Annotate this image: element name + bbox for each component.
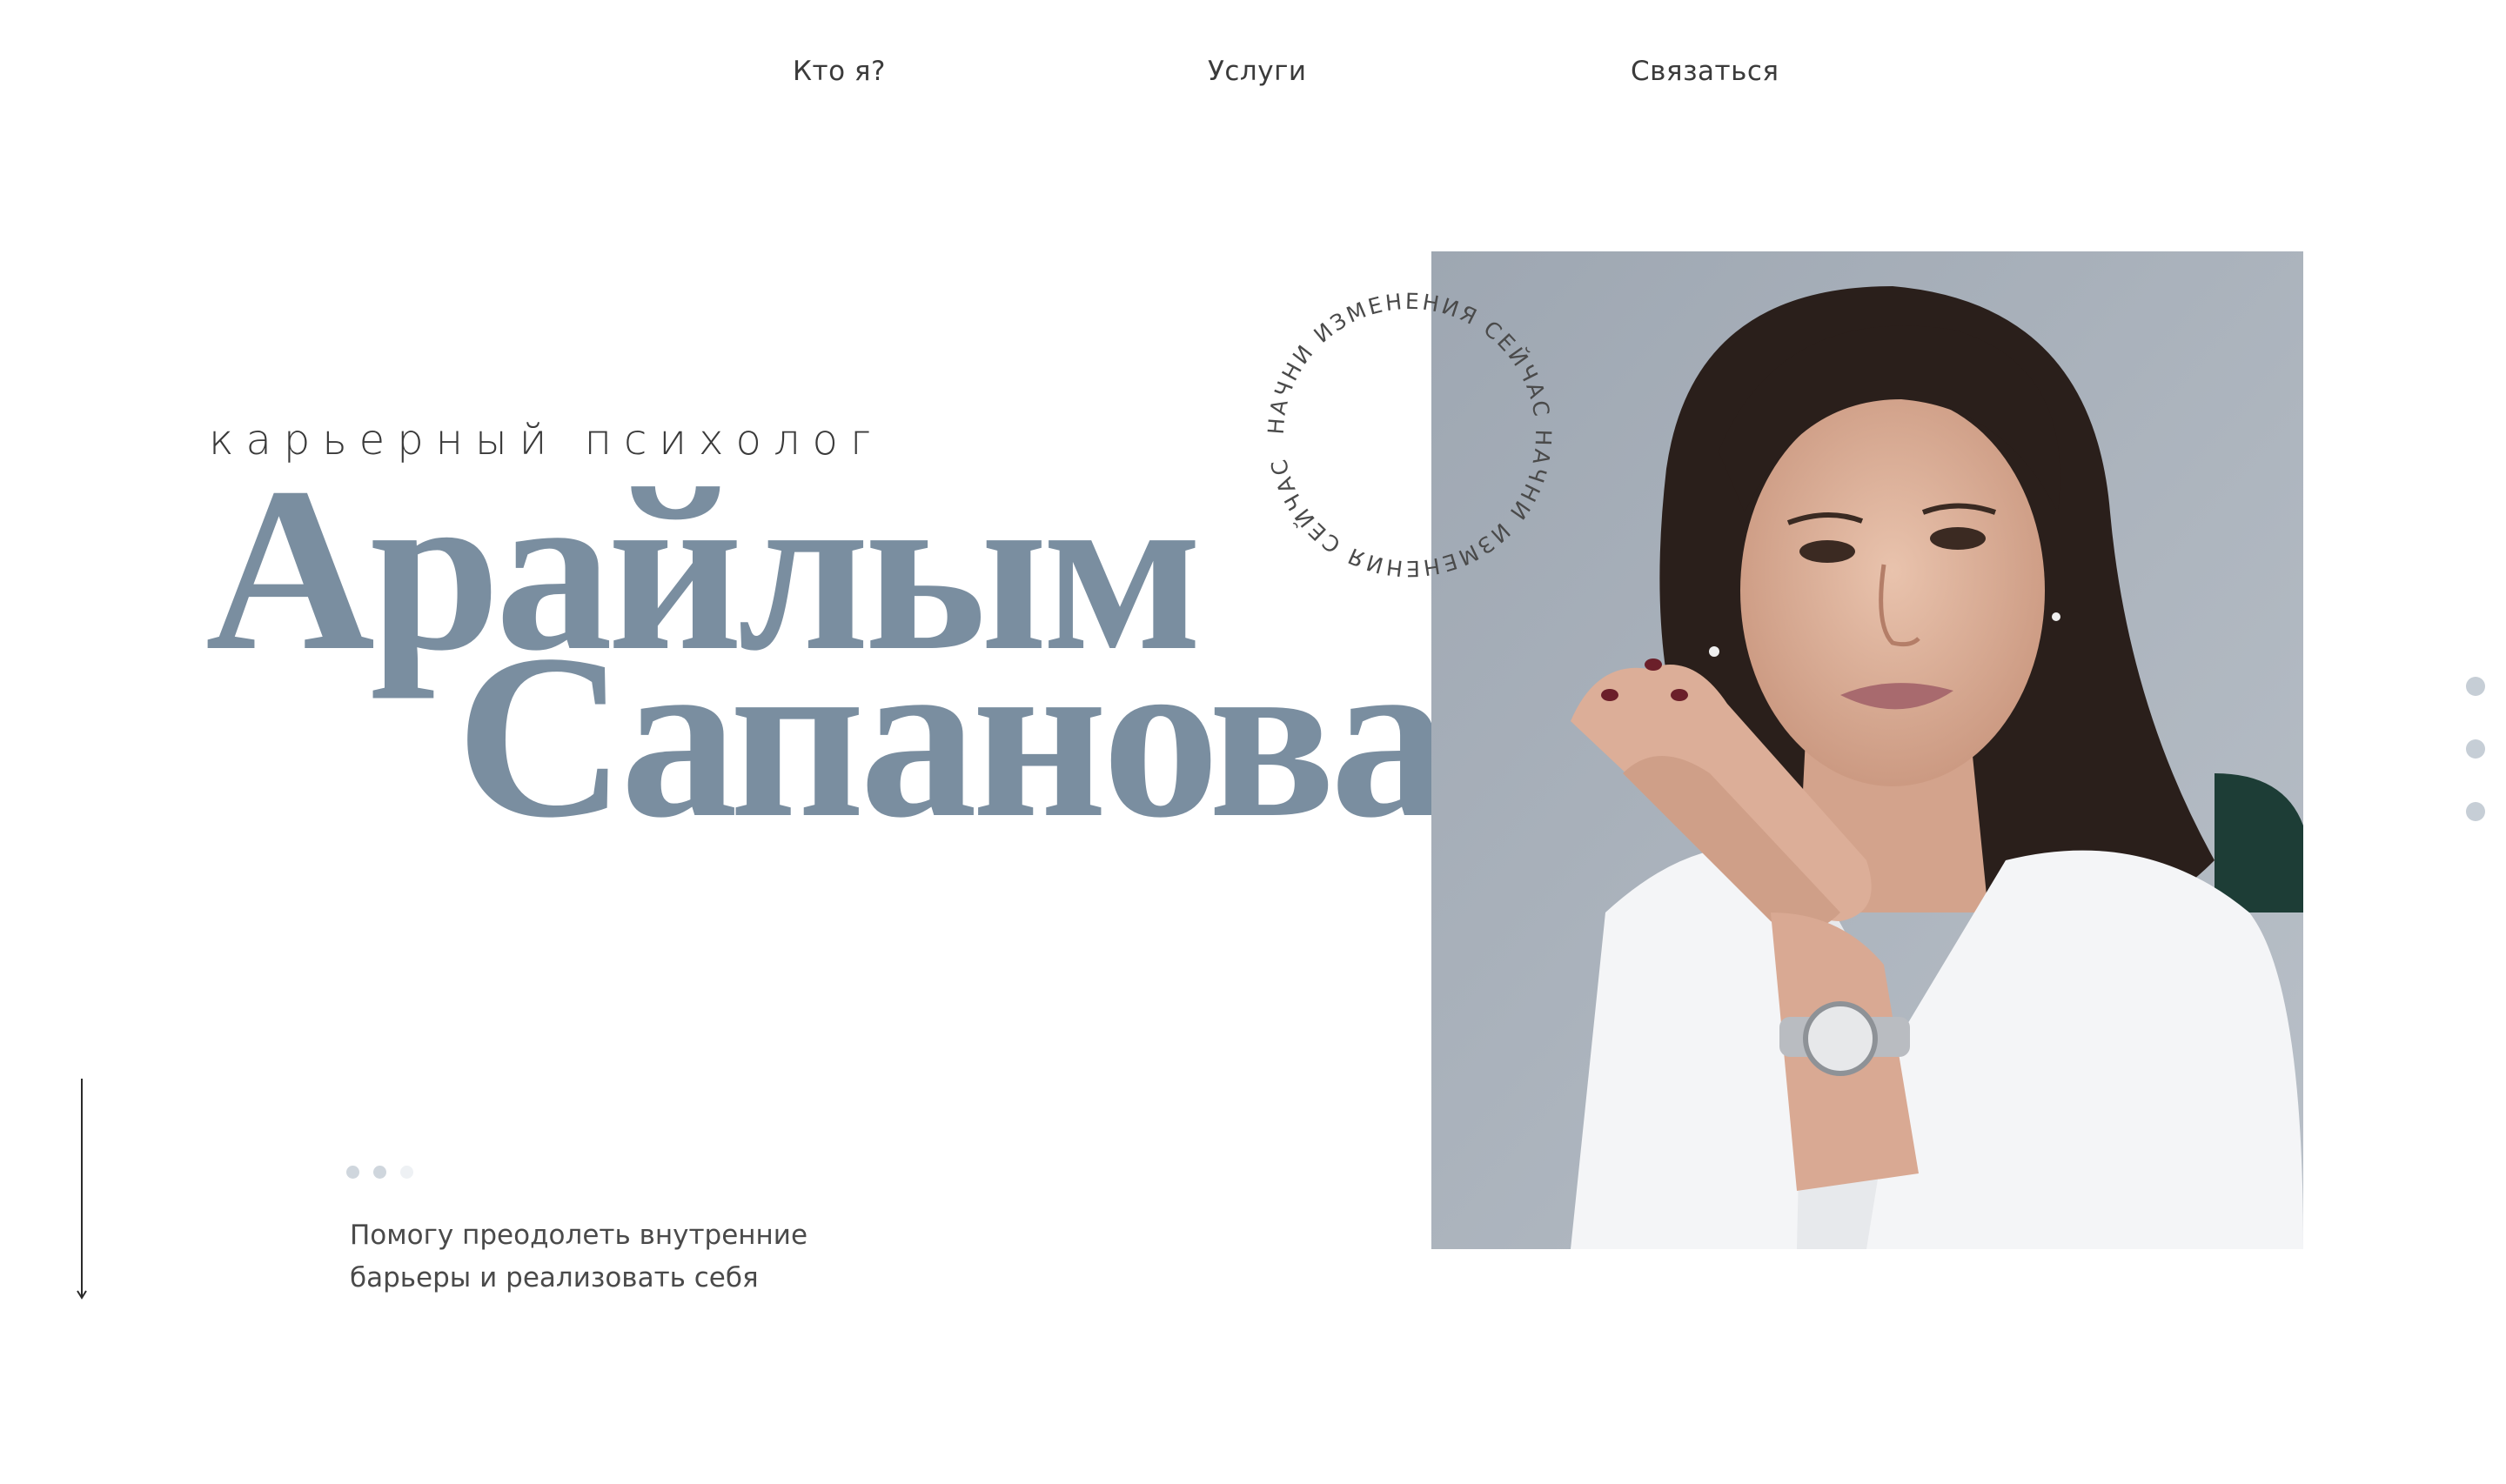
pager-dot-3[interactable] <box>2466 802 2485 821</box>
hero-last-name: Сапанова <box>456 606 1448 866</box>
pager-dot-1[interactable] <box>2466 677 2485 696</box>
hero-tagline: Помогу преодолеть внутренние барьеры и р… <box>350 1220 808 1293</box>
dot-icon <box>373 1166 386 1179</box>
pager-dot-2[interactable] <box>2466 739 2485 759</box>
slide-pager <box>2466 677 2485 821</box>
nav-link-about[interactable]: Кто я? <box>793 56 886 87</box>
svg-text:НАЧНИ ИЗМЕНЕНИЯ СЕЙЧАС НАЧНИ И: НАЧНИ ИЗМЕНЕНИЯ СЕЙЧАС НАЧНИ ИЗМЕНЕНИЯ С… <box>1263 289 1557 581</box>
nav-link-contact[interactable]: Связаться <box>1631 56 1779 87</box>
badge-text: НАЧНИ ИЗМЕНЕНИЯ СЕЙЧАС НАЧНИ ИЗМЕНЕНИЯ С… <box>1263 289 1554 581</box>
tagline-dots <box>346 1166 413 1179</box>
dot-icon <box>346 1166 359 1179</box>
arrow-down-icon[interactable] <box>73 1079 90 1306</box>
start-now-badge[interactable]: НАЧНИ ИЗМЕНЕНИЯ СЕЙЧАС НАЧНИ ИЗМЕНЕНИЯ С… <box>1253 278 1566 596</box>
landing-page: Кто я? Услуги Связаться карьерный психол… <box>0 0 2506 1484</box>
dot-icon <box>400 1166 413 1179</box>
nav-link-services[interactable]: Услуги <box>1208 56 1307 87</box>
